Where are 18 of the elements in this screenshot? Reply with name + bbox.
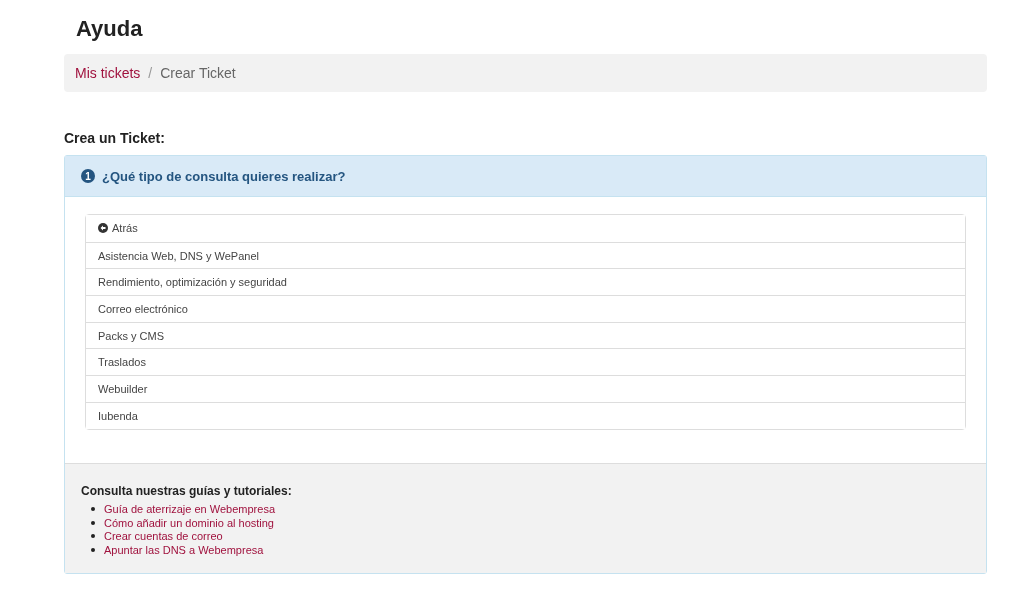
bullet-icon (91, 547, 95, 552)
bullet-icon (91, 507, 95, 512)
guides-title: Consulta nuestras guías y tutoriales: (81, 483, 292, 498)
panel-title: ¿Qué tipo de consulta quieres realizar? (102, 168, 346, 184)
step-number: 1 (81, 169, 95, 183)
guide-link[interactable]: Guía de aterrizaje en Webempresa (104, 503, 275, 516)
breadcrumb-separator: / (148, 65, 153, 81)
guide-link[interactable]: Apuntar las DNS a Webempresa (104, 543, 264, 556)
guide-link[interactable]: Crear cuentas de correo (104, 530, 223, 543)
guide-link[interactable]: Cómo añadir un dominio al hosting (104, 516, 274, 529)
page-title: Ayuda (75, 15, 143, 42)
breadcrumb-current: Crear Ticket (160, 65, 236, 81)
breadcrumb-link[interactable]: Mis tickets (75, 65, 141, 81)
bullet-icon (91, 520, 95, 525)
back-arrow-icon (98, 223, 108, 234)
option-item[interactable]: Iubenda (86, 401, 965, 429)
bullet-icon (91, 534, 95, 539)
section-title: Crea un Ticket: (64, 130, 165, 146)
